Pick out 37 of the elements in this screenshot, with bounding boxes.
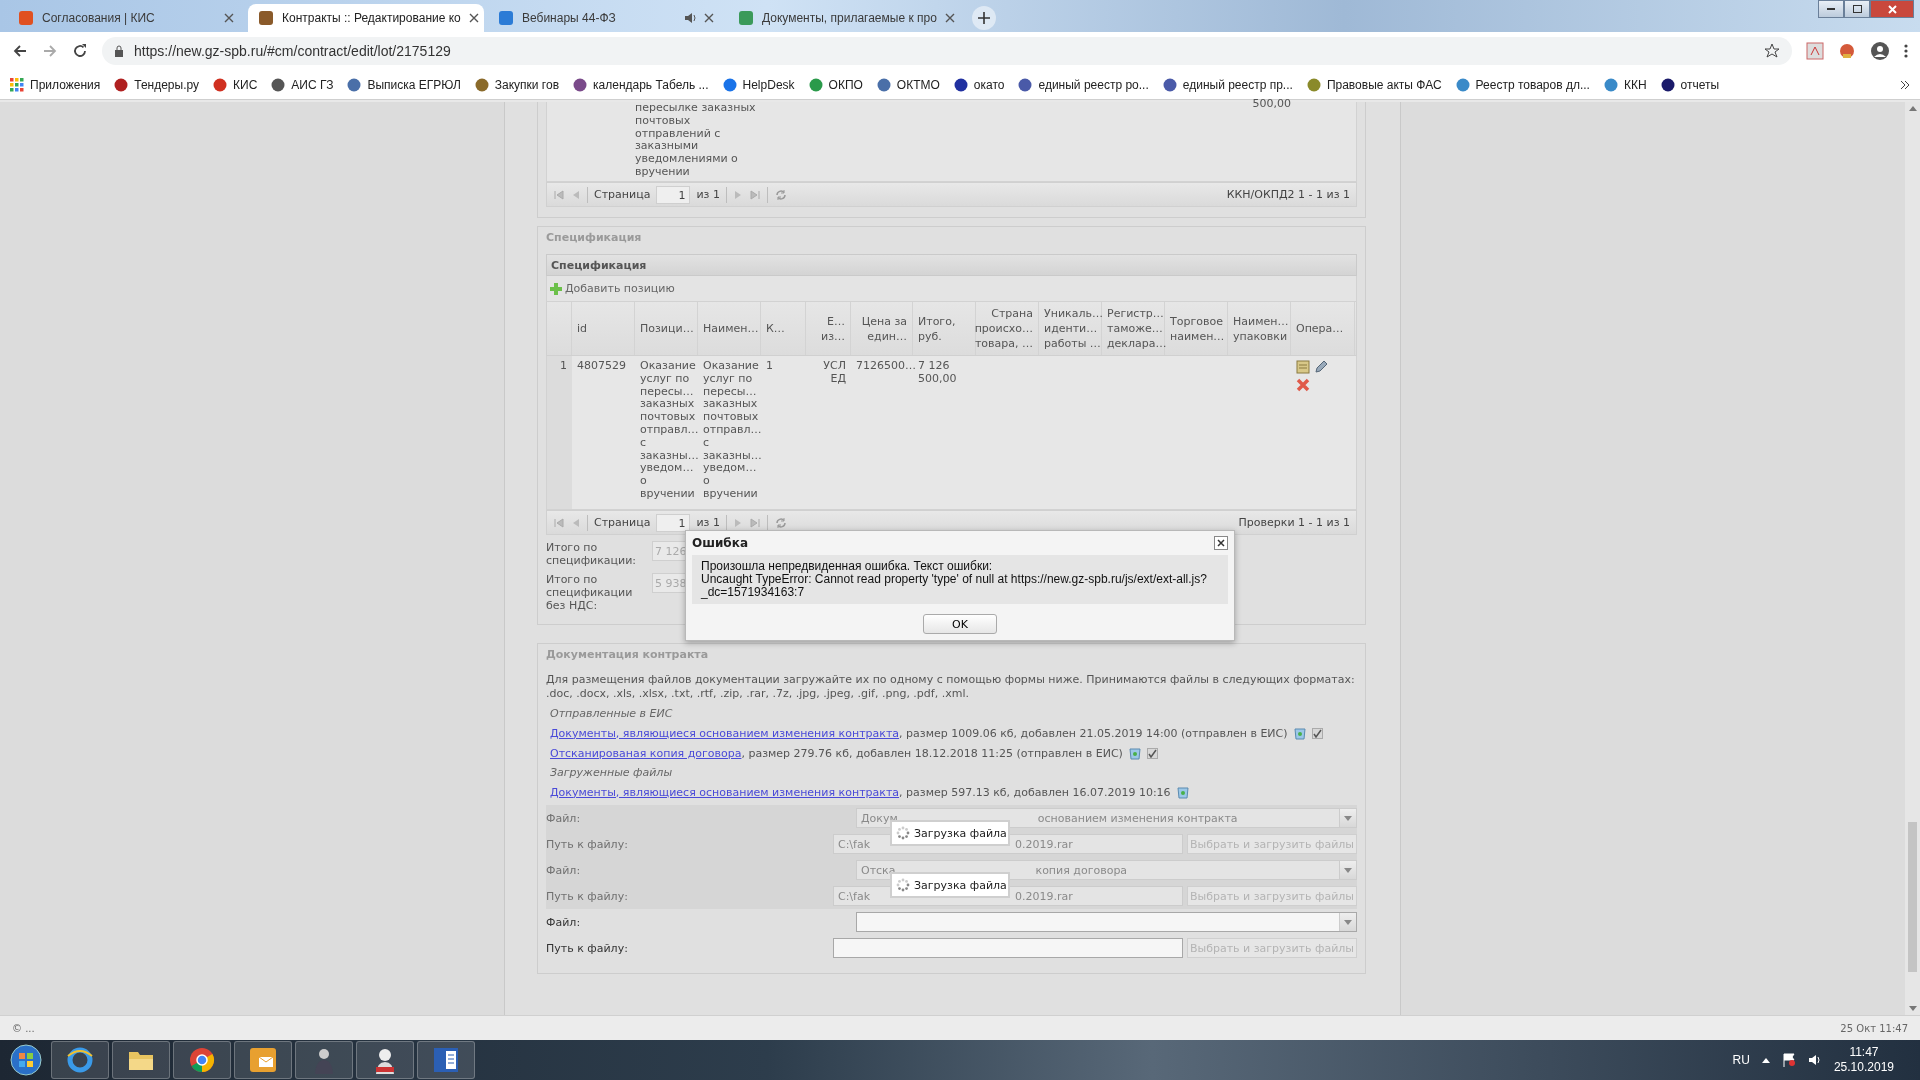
- table-cell-text: 7126500…: [855, 358, 913, 374]
- loading-text: Загрузка файла: [914, 878, 1007, 892]
- group-title: Отправленные в ЕИС: [550, 707, 674, 720]
- field-label: Файл:: [546, 915, 582, 929]
- field-label: Файл:: [546, 863, 582, 877]
- table-cell-text: УСЛ ЕД: [822, 358, 847, 387]
- paging-summary: Проверки 1 - 1 из 1: [1238, 516, 1350, 529]
- dialog-title: Ошибка: [692, 536, 748, 550]
- row-number: 1: [547, 356, 572, 509]
- table-cell-text: 7 126 500,00: [917, 358, 958, 387]
- paging-summary: ККН/ОКПД2 1 - 1 из 1: [1226, 188, 1350, 201]
- field-label: Файл:: [546, 811, 582, 825]
- file-entry: Отсканированая копия договора, размер 279.76 кб, добавлен 18.12.2018 11:25 (отправлен в ЕИС): [550, 746, 1123, 760]
- table-cell-text: пересылке заказных почтовых отправлений с заказными уведомлениями о вручении: [634, 102, 757, 180]
- status-time: 25 Окт 11:47: [1840, 1022, 1908, 1034]
- field-label: Путь к файлу:: [546, 941, 629, 955]
- page-count: из 1: [696, 516, 720, 529]
- field-label: Путь к файлу:: [546, 837, 629, 851]
- table-cell-text: 1: [765, 358, 774, 374]
- file-entry: Документы, являющиеся основанием изменения контракта, размер 597.13 кб, добавлен 16.07.2019 10:16: [550, 785, 1171, 799]
- field-label: Путь к файлу:: [546, 889, 629, 903]
- loading-text: Загрузка файла: [914, 826, 1007, 840]
- file-entry: Документы, являющиеся основанием изменения контракта, размер 1009.06 кб, добавлен 21.05.2019 14:00 (отправлен в ЕИС): [550, 726, 1288, 740]
- error-message: Произошла непредвиденная ошибка. Текст ошибки: Uncaught TypeError: Cannot read property 'type' of null at https://new.gz-spb.ru/js/ext/ext-all.js?_dc=1571934163:7: [692, 555, 1228, 604]
- status-text: © ...: [12, 1022, 35, 1034]
- instruction-text: Для размещения файлов документации загружайте их по одному с помощью формы ниже. Принимаются файлы в следующих форматах: .doc, .docx, .xls, .xlsx, .txt, .rtf, .zip, .rar, .7z, .jpg, .jpeg, .gif, .png, .pdf, .xml.: [546, 673, 1356, 701]
- page-label: Страница: [594, 188, 651, 201]
- page-count: из 1: [696, 188, 720, 201]
- field-label: Итого по спецификации без НДС:: [546, 573, 632, 612]
- table-cell-text: Оказание услуг по пересы… заказных почтовых отправл… с заказны… уведом… о вручении: [639, 358, 698, 502]
- table-cell-text: Оказание услуг по пересы… заказных почтовых отправл… с заказны… уведом… о вручении: [702, 358, 761, 502]
- panel-header: Спецификация: [546, 254, 1357, 276]
- total-field: 5 938: [652, 573, 686, 593]
- page-label: Страница: [594, 516, 651, 529]
- table-cell-text: 500,00: [1251, 96, 1292, 112]
- group-title: Загруженные файлы: [550, 766, 674, 779]
- table-cell-text: 4807529: [576, 358, 627, 374]
